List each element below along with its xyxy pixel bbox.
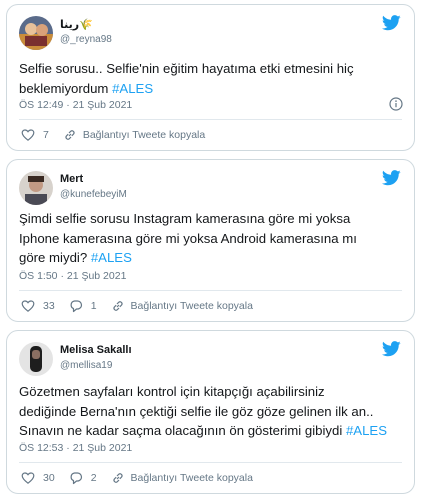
reply-bubble-icon [70, 300, 82, 313]
user-name[interactable]: Mert [60, 173, 83, 185]
copy-link-label: Bağlantıyı Tweete kopyala [130, 300, 253, 312]
tweet-card[interactable]: Mert @kunefebeyiM Şimdi selfie sorusu In… [6, 159, 415, 322]
hashtag-link[interactable]: #ALES [112, 81, 153, 96]
user-name[interactable]: رينا🌾 [60, 18, 93, 31]
tweet-text-content: Gözetmen sayfaları kontrol için kitapçığ… [19, 384, 374, 438]
like-count: 30 [43, 472, 55, 484]
tweet-text: Şimdi selfie sorusu Instagram kamerasına… [19, 209, 404, 268]
tweet-text: Gözetmen sayfaları kontrol için kitapçığ… [19, 382, 404, 441]
tweet-actions: 7 Bağlantıyı Tweete kopyala [21, 128, 219, 142]
reply-count: 1 [90, 300, 97, 312]
tweet-timestamp[interactable]: ÖS 12:53 · 21 Şub 2021 [19, 442, 132, 454]
reply-button[interactable]: 2 [69, 471, 97, 485]
heart-icon [21, 300, 35, 312]
tweet-actions: 33 1 Bağlantıyı Tweete kopyala [21, 299, 267, 313]
tweet-timestamp[interactable]: ÖS 1:50 · 21 Şub 2021 [19, 270, 126, 282]
hashtag-link[interactable]: #ALES [91, 250, 132, 265]
divider [19, 462, 402, 463]
avatar[interactable] [19, 16, 53, 50]
user-name[interactable]: Melisa Sakallı [60, 344, 132, 356]
copy-link-button[interactable]: Bağlantıyı Tweete kopyala [111, 471, 253, 485]
tweet-text-content: Selfie sorusu.. Selfie'nin eğitim hayatı… [19, 61, 354, 96]
twitter-bird-icon[interactable] [382, 170, 401, 186]
twitter-bird-icon[interactable] [382, 15, 401, 31]
heart-icon [21, 129, 35, 141]
avatar[interactable] [19, 171, 53, 205]
tweet-actions: 30 2 Bağlantıyı Tweete kopyala [21, 471, 267, 485]
hashtag-link[interactable]: #ALES [346, 423, 387, 438]
info-icon[interactable] [389, 97, 403, 111]
link-icon [65, 130, 75, 140]
copy-link-label: Bağlantıyı Tweete kopyala [130, 472, 253, 484]
divider [19, 119, 402, 120]
like-button[interactable]: 7 [21, 128, 49, 142]
like-count: 33 [43, 300, 55, 312]
copy-link-button[interactable]: Bağlantıyı Tweete kopyala [63, 128, 205, 142]
divider [19, 290, 402, 291]
reply-bubble-icon [70, 472, 82, 485]
copy-link-button[interactable]: Bağlantıyı Tweete kopyala [111, 299, 253, 313]
link-icon [112, 301, 123, 311]
avatar[interactable] [19, 342, 53, 376]
like-button[interactable]: 30 [21, 471, 55, 485]
tweet-card[interactable]: Melisa Sakallı @mellisa19 Gözetmen sayfa… [6, 330, 415, 494]
tweet-card[interactable]: رينا🌾 @_reyna98 Selfie sorusu.. Selfie'n… [6, 4, 415, 151]
heart-icon [21, 472, 35, 484]
link-icon [112, 473, 123, 483]
user-handle[interactable]: @kunefebeyiM [60, 189, 127, 200]
user-handle[interactable]: @mellisa19 [60, 360, 112, 371]
reply-button[interactable]: 1 [69, 299, 97, 313]
tweet-text-content: Şimdi selfie sorusu Instagram kamerasına… [19, 211, 357, 265]
twitter-bird-icon[interactable] [382, 341, 401, 357]
tweet-timestamp[interactable]: ÖS 12:49 · 21 Şub 2021 [19, 99, 132, 111]
like-count: 7 [43, 129, 49, 141]
copy-link-label: Bağlantıyı Tweete kopyala [82, 129, 206, 141]
tweet-text: Selfie sorusu.. Selfie'nin eğitim hayatı… [19, 59, 404, 98]
reply-count: 2 [90, 472, 97, 484]
user-handle[interactable]: @_reyna98 [60, 34, 112, 45]
like-button[interactable]: 33 [21, 299, 55, 313]
